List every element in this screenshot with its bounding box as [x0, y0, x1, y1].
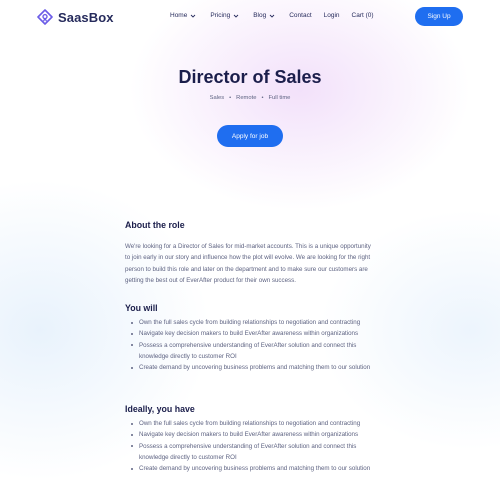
- logo-icon: [37, 9, 53, 25]
- nav-item-pricing[interactable]: Pricing: [210, 12, 239, 19]
- nav-item-contact[interactable]: Contact: [289, 12, 311, 19]
- list-item: Navigate key decision makers to build Ev…: [125, 429, 375, 440]
- separator-dot: •: [261, 95, 264, 101]
- nav-item-label: Blog: [253, 12, 267, 19]
- apply-for-job-button[interactable]: Apply for job: [217, 125, 283, 147]
- brand-logo[interactable]: SaasBox: [37, 9, 114, 25]
- section-heading: About the role: [125, 220, 185, 230]
- nav-item-label: Pricing: [210, 12, 231, 19]
- nav-item-home[interactable]: Home: [170, 12, 196, 19]
- section-heading: Ideally, you have: [125, 404, 195, 414]
- list-item: Possess a comprehensive understanding of…: [125, 340, 375, 363]
- bullet-icon: [131, 366, 133, 369]
- nav-item-label: Home: [170, 12, 188, 19]
- page-title: Director of Sales: [178, 67, 322, 87]
- bullet-icon: [131, 344, 133, 347]
- job-location: Remote: [236, 95, 257, 101]
- about-paragraph: We're looking for a Director of Sales fo…: [125, 243, 371, 284]
- section-heading: You will: [125, 303, 158, 313]
- you-will-list: Own the full sales cycle from building r…: [125, 317, 375, 373]
- chevron-down-icon: [269, 14, 275, 18]
- job-meta: Sales • Remote • Full time: [0, 95, 500, 101]
- site-header: SaasBox Home Pricing Blog Contact Login: [0, 0, 500, 34]
- bullet-icon: [131, 445, 133, 448]
- list-item: Own the full sales cycle from building r…: [125, 418, 375, 429]
- chevron-down-icon: [191, 14, 196, 18]
- bullet-icon: [131, 467, 133, 470]
- list-item: Create demand by uncovering business pro…: [125, 362, 375, 373]
- list-item: Navigate key decision makers to build Ev…: [125, 328, 375, 339]
- nav-item-label: Login: [323, 12, 340, 19]
- job-page: SaasBox Home Pricing Blog Contact Login: [0, 0, 500, 501]
- you-will-section: You will Own the full sales cycle from b…: [125, 303, 375, 373]
- nav-item-login[interactable]: Login: [324, 12, 340, 19]
- bullet-icon: [131, 433, 133, 436]
- bullet-icon: [131, 332, 133, 335]
- list-item: Possess a comprehensive understanding of…: [125, 441, 375, 464]
- about-section: About the role: [125, 220, 375, 230]
- bullet-icon: [131, 422, 133, 425]
- chevron-down-icon: [233, 14, 239, 18]
- bullet-icon: [131, 321, 133, 324]
- sign-up-button[interactable]: Sign Up: [415, 7, 463, 26]
- job-type: Full time: [268, 95, 291, 101]
- list-item: Own the full sales cycle from building r…: [125, 317, 375, 328]
- nav-item-label: Cart (0): [351, 12, 374, 19]
- separator-dot: •: [229, 95, 232, 101]
- nav-item-label: Contact: [289, 12, 312, 19]
- you-have-section: Ideally, you have Own the full sales cyc…: [125, 404, 375, 474]
- nav-item-cart[interactable]: Cart (0): [352, 12, 374, 19]
- job-department: Sales: [209, 95, 225, 101]
- nav-item-blog[interactable]: Blog: [253, 12, 275, 19]
- main-nav: Home Pricing Blog Contact Login Cart (0): [170, 12, 374, 19]
- list-item: Create demand by uncovering business pro…: [125, 463, 375, 474]
- you-have-list: Own the full sales cycle from building r…: [125, 418, 375, 474]
- brand-name: SaasBox: [58, 9, 114, 25]
